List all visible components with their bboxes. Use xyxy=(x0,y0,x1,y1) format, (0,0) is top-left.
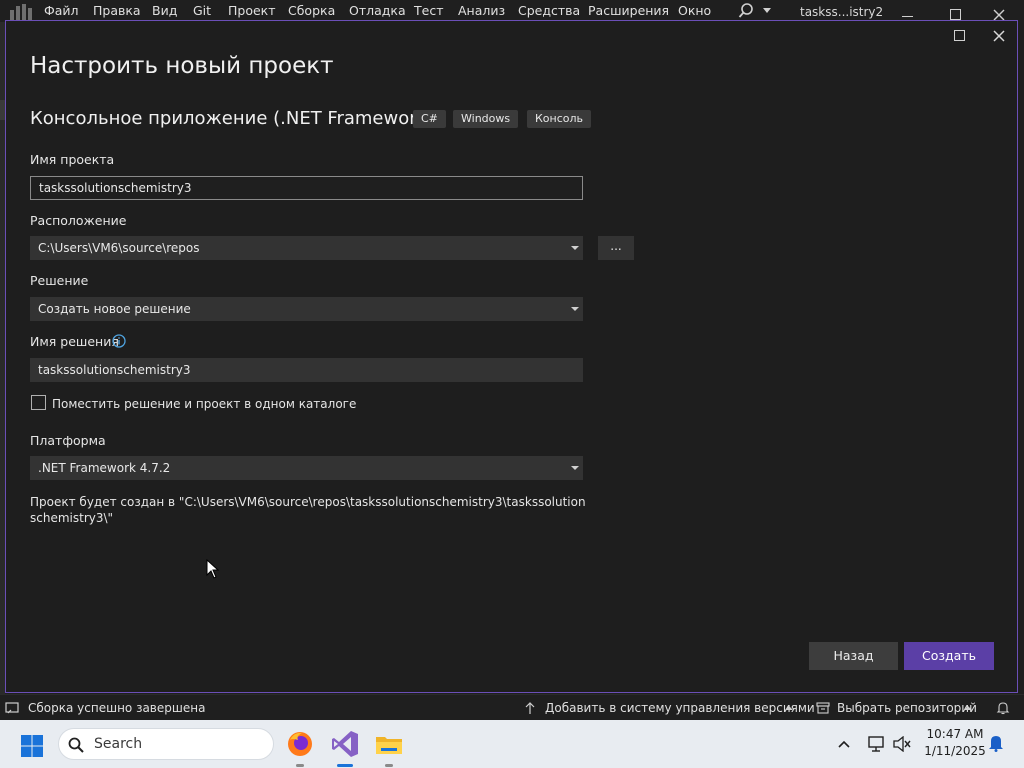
windows-start-icon[interactable] xyxy=(20,734,44,758)
select-repository[interactable]: Выбрать репозиторий xyxy=(837,701,977,715)
firefox-icon[interactable] xyxy=(284,728,316,760)
arrow-up-icon[interactable] xyxy=(524,702,536,714)
project-path-note: Проект будет создан в "C:\Users\VM6\sour… xyxy=(30,495,586,525)
repository-icon[interactable] xyxy=(816,702,830,714)
tag-platform: Windows xyxy=(453,110,519,128)
chevron-down-icon[interactable] xyxy=(571,466,579,470)
window-title: taskss...istry2 xyxy=(800,5,884,19)
caret-up-icon[interactable] xyxy=(785,706,793,710)
notification-bell-icon[interactable] xyxy=(996,701,1010,715)
tag-language: C# xyxy=(413,110,446,128)
chevron-down-icon[interactable] xyxy=(763,6,771,14)
add-to-source-control[interactable]: Добавить в систему управления версиями xyxy=(545,701,815,715)
chevron-down-icon[interactable] xyxy=(571,246,579,250)
network-icon[interactable] xyxy=(867,734,885,754)
notification-bell-icon[interactable] xyxy=(988,734,1004,752)
minimize-button[interactable] xyxy=(902,16,913,17)
visual-studio-icon[interactable] xyxy=(329,728,361,760)
search-label: Search xyxy=(94,736,143,752)
menu-file[interactable]: Файл xyxy=(44,3,79,18)
same-directory-checkbox[interactable] xyxy=(31,395,46,410)
dialog-close-icon[interactable] xyxy=(992,29,1006,43)
menu-view[interactable]: Вид xyxy=(152,3,177,18)
solution-name-label: Имя решения xyxy=(30,334,119,349)
clock-time[interactable]: 10:47 AM xyxy=(924,727,986,741)
platform-label: Платформа xyxy=(30,433,106,448)
menu-edit[interactable]: Правка xyxy=(93,3,141,18)
create-button[interactable]: Создать xyxy=(904,642,994,670)
menu-window[interactable]: Окно xyxy=(678,3,711,18)
menu-build[interactable]: Сборка xyxy=(288,3,335,18)
clock-date[interactable]: 1/11/2025 xyxy=(924,744,986,758)
search-icon xyxy=(68,737,84,753)
page-title: Настроить новый проект xyxy=(30,53,334,79)
configure-project-dialog: Настроить новый проект Консольное прилож… xyxy=(5,20,1018,693)
menu-tools[interactable]: Средства xyxy=(518,3,580,18)
solution-combo[interactable]: Создать новое решение xyxy=(30,297,583,321)
output-icon[interactable] xyxy=(5,702,19,714)
project-name-input[interactable]: taskssolutionschemistry3 xyxy=(30,176,583,200)
taskbar: Search 10:47 AM 1/11/2025 xyxy=(0,720,1024,768)
info-icon[interactable] xyxy=(112,334,126,348)
project-name-label: Имя проекта xyxy=(30,152,115,167)
browse-button[interactable]: ... xyxy=(598,236,634,260)
menu-analyze[interactable]: Анализ xyxy=(458,3,505,18)
file-explorer-icon[interactable] xyxy=(373,728,405,760)
maximize-button[interactable] xyxy=(950,9,961,20)
search-icon[interactable] xyxy=(738,2,754,20)
template-name: Консольное приложение (.NET Framework) xyxy=(30,108,435,129)
solution-name-input[interactable]: taskssolutionschemistry3 xyxy=(30,358,583,382)
location-label: Расположение xyxy=(30,213,127,228)
firefox-running-indicator xyxy=(296,764,304,767)
solution-label: Решение xyxy=(30,273,89,288)
chevron-up-icon[interactable] xyxy=(838,739,850,749)
build-status: Сборка успешно завершена xyxy=(28,701,206,715)
solution-value: Создать новое решение xyxy=(38,302,191,316)
vs-menu-bar: Файл Правка Вид Git Проект Сборка Отладк… xyxy=(0,0,1024,22)
platform-value: .NET Framework 4.7.2 xyxy=(38,461,171,475)
location-combo[interactable]: C:\Users\VM6\source\repos xyxy=(30,236,583,260)
menu-debug[interactable]: Отладка xyxy=(349,3,406,18)
mouse-cursor-icon xyxy=(206,559,220,579)
dialog-maximize-button[interactable] xyxy=(954,30,965,41)
caret-up-icon[interactable] xyxy=(964,706,972,710)
menu-git[interactable]: Git xyxy=(193,3,211,18)
volume-icon[interactable] xyxy=(893,736,911,752)
visual-studio-active-indicator xyxy=(337,764,353,767)
menu-extensions[interactable]: Расширения xyxy=(588,3,669,18)
same-directory-checkbox-label[interactable]: Поместить решение и проект в одном катал… xyxy=(52,397,356,411)
taskbar-search[interactable]: Search xyxy=(58,728,274,760)
explorer-running-indicator xyxy=(385,764,393,767)
menu-project[interactable]: Проект xyxy=(228,3,276,18)
location-value: C:\Users\VM6\source\repos xyxy=(38,241,200,255)
visual-studio-logo-icon xyxy=(10,4,32,20)
platform-combo[interactable]: .NET Framework 4.7.2 xyxy=(30,456,583,480)
tag-type: Консоль xyxy=(527,110,592,128)
status-bar: Сборка успешно завершена Добавить в сист… xyxy=(0,694,1024,720)
back-button[interactable]: Назад xyxy=(809,642,898,670)
menu-test[interactable]: Тест xyxy=(414,3,443,18)
chevron-down-icon[interactable] xyxy=(571,307,579,311)
